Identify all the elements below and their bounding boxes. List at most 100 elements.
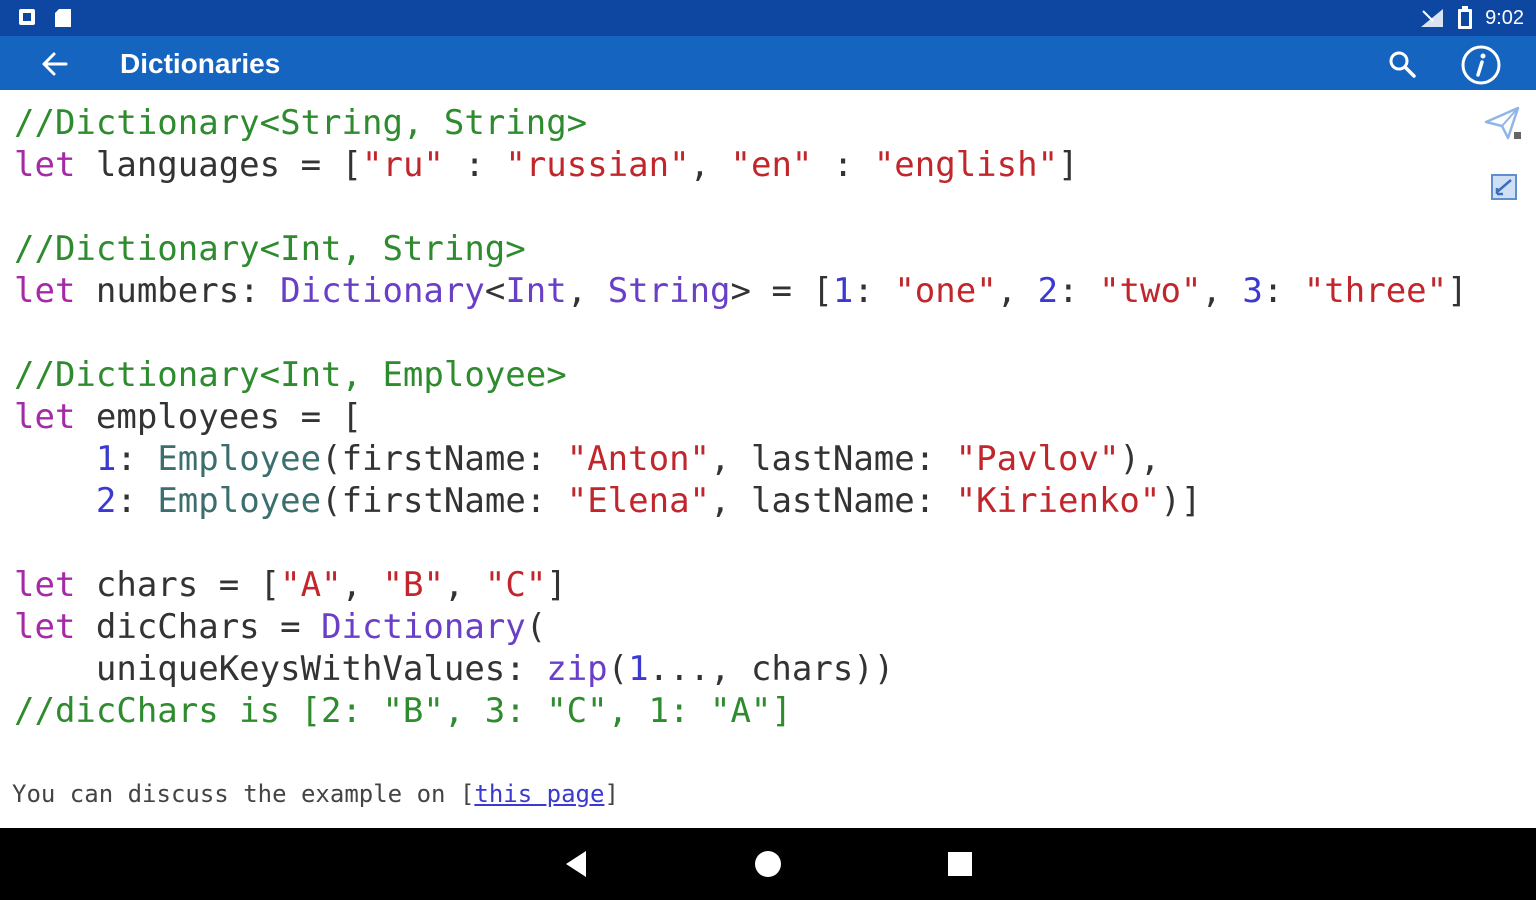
code-token-number: 2 <box>1037 271 1059 311</box>
code-token-plain: : <box>853 271 895 311</box>
code-token-plain: , <box>996 271 1038 311</box>
status-time: 9:02 <box>1485 6 1524 29</box>
side-tools <box>1484 106 1524 202</box>
info-button[interactable] <box>1458 42 1504 88</box>
code-token-number: 3 <box>1242 271 1263 311</box>
code-token-string: "Pavlov" <box>955 439 1120 479</box>
code-token-plain: ( <box>525 607 547 647</box>
code-token-plain: (firstName: <box>321 439 567 479</box>
code-token-plain: numbers: <box>75 271 281 311</box>
code-token-keyword: let <box>14 145 76 185</box>
code-token-plain: : <box>116 439 158 479</box>
code-token-string: "en" <box>730 145 813 185</box>
code-token-keyword: let <box>14 397 76 437</box>
code-token-string: "english" <box>873 145 1059 185</box>
this-page-link[interactable]: this page <box>474 780 604 808</box>
code-token-string: "A" <box>280 565 342 605</box>
content-area: //Dictionary<String, String> let language… <box>0 90 1536 828</box>
code-line: 1: Employee(firstName: "Anton", lastName… <box>14 438 1468 480</box>
nav-home-button[interactable] <box>748 844 788 884</box>
code-line: let numbers: Dictionary<Int, String> = [… <box>14 270 1468 312</box>
battery-icon <box>1458 6 1473 29</box>
nav-recents-button[interactable] <box>940 844 980 884</box>
code-line: 2: Employee(firstName: "Elena", lastName… <box>14 480 1468 522</box>
code-token-comment: //Dictionary<Int, Employee> <box>14 355 567 395</box>
code-line: //dicChars is [2: "B", 3: "C", 1: "A"] <box>14 690 1468 732</box>
code-token-string: "two" <box>1099 271 1202 311</box>
code-token-plain: , <box>689 145 731 185</box>
code-token-type: Dictionary <box>321 607 526 647</box>
code-token-comment: //Dictionary<String, String> <box>14 103 588 143</box>
code-token-plain: ), <box>1119 439 1161 479</box>
code-token-string: "C" <box>484 565 547 605</box>
code-token-plain: : <box>1058 271 1100 311</box>
code-token-plain: : <box>1262 271 1304 311</box>
code-token-plain: uniqueKeysWithValues: <box>14 649 547 689</box>
code-token-plain: chars = [ <box>75 565 281 605</box>
search-button[interactable] <box>1382 44 1422 84</box>
code-token-plain: ] <box>1447 271 1468 311</box>
nav-recents-icon <box>948 852 972 876</box>
code-token-plain: : <box>116 481 158 521</box>
code-token-plain: > = [ <box>730 271 833 311</box>
code-token-plain: , lastName: <box>710 439 956 479</box>
code-line: //Dictionary<String, String> <box>14 102 1468 144</box>
code-token-comment: //Dictionary<Int, String> <box>14 229 526 269</box>
code-token-keyword: let <box>14 607 76 647</box>
back-button[interactable] <box>34 44 74 84</box>
navigation-bar <box>0 828 1536 900</box>
code-token-plain: ..., chars)) <box>648 649 895 689</box>
code-token-plain: , <box>443 565 485 605</box>
code-token-plain: employees = [ <box>75 397 362 437</box>
page-title: Dictionaries <box>120 48 281 79</box>
code-token-keyword: let <box>14 565 76 605</box>
code-token-number: 1 <box>832 271 854 311</box>
arrow-left-icon <box>42 52 68 76</box>
nav-back-icon <box>566 851 586 877</box>
code-token-string: "Kirienko" <box>955 481 1161 521</box>
code-token-plain: languages = [ <box>75 145 362 185</box>
code-token-plain: dicChars = <box>75 607 322 647</box>
code-token-type: Dictionary <box>280 271 485 311</box>
code-token-string: "one" <box>894 271 997 311</box>
code-token-string: "three" <box>1303 271 1448 311</box>
code-line: //Dictionary<Int, Employee> <box>14 354 1468 396</box>
code-token-comment: //dicChars is [2: "B", 3: "C", 1: "A"] <box>14 691 792 731</box>
code-line: uniqueKeysWithValues: zip(1..., chars)) <box>14 648 1468 690</box>
code-token-plain: ] <box>1058 145 1079 185</box>
code-token-plain: (firstName: <box>321 481 567 521</box>
footer-note: You can discuss the example on [this pag… <box>12 780 619 808</box>
send-icon[interactable] <box>1484 106 1524 142</box>
code-line: //Dictionary<Int, String> <box>14 228 1468 270</box>
code-token-number: 1 <box>95 439 117 479</box>
code-token-plain: , lastName: <box>710 481 956 521</box>
code-token-type: Int <box>505 271 567 311</box>
code-token-cls: Employee <box>157 481 322 521</box>
footer-bracket-close: ] <box>604 780 619 808</box>
code-token-plain: , <box>341 565 383 605</box>
code-token-type: String <box>607 271 731 311</box>
footer-text: You can discuss the example on <box>12 780 460 808</box>
app-bar: Dictionaries <box>0 36 1536 90</box>
nav-back-button[interactable] <box>556 844 596 884</box>
code-line: let dicChars = Dictionary( <box>14 606 1468 648</box>
signal-icon <box>1421 9 1444 27</box>
code-line: let employees = [ <box>14 396 1468 438</box>
code-token-plain: : <box>812 145 874 185</box>
code-token-string: "Anton" <box>566 439 711 479</box>
code-token-plain: , <box>566 271 608 311</box>
edit-checkbox-icon[interactable] <box>1489 172 1519 202</box>
code-token-cls: Employee <box>157 439 322 479</box>
code-token-plain: , <box>1201 271 1243 311</box>
footer-bracket-open: [ <box>459 780 475 808</box>
code-line: let chars = ["A", "B", "C"] <box>14 564 1468 606</box>
code-token-plain: < <box>484 271 506 311</box>
code-token-keyword: let <box>14 271 76 311</box>
code-token-string: "Elena" <box>566 481 711 521</box>
status-left-icons <box>18 8 72 28</box>
